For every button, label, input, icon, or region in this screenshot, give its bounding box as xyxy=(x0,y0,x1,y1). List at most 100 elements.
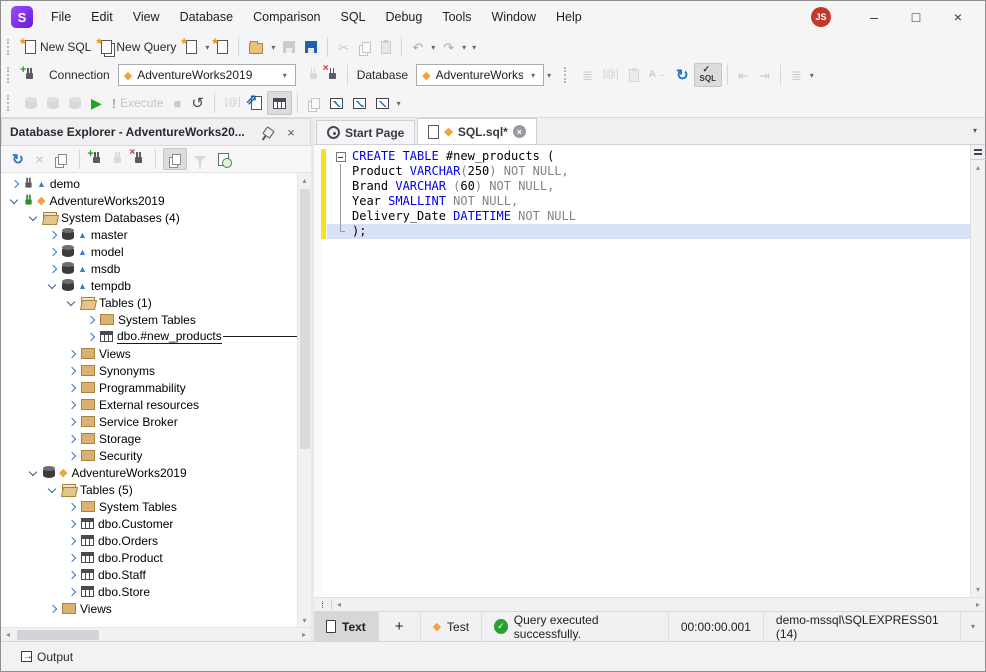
tree-item-model[interactable]: ▲model xyxy=(1,243,297,260)
tab-close-icon[interactable]: × xyxy=(513,125,526,138)
tree-item-views[interactable]: Views xyxy=(1,345,297,362)
menu-item-comparison[interactable]: Comparison xyxy=(243,1,330,33)
open-file-button[interactable] xyxy=(244,35,268,59)
paste-button[interactable] xyxy=(376,35,396,59)
tree-item-external-resources[interactable]: External resources xyxy=(1,396,297,413)
menu-item-file[interactable]: File xyxy=(41,1,81,33)
tree-item-master[interactable]: ▲master xyxy=(1,226,297,243)
export-data-button[interactable]: ⇗ xyxy=(246,91,267,115)
editor-scroll-right-icon[interactable]: ▸ xyxy=(971,600,985,609)
scroll-right-icon[interactable]: ▸ xyxy=(297,630,311,639)
redo-button[interactable]: ↷ xyxy=(438,35,459,59)
new-query-button[interactable]: * New Query xyxy=(96,35,181,59)
editor-scroll-down-icon[interactable]: ▾ xyxy=(976,582,980,597)
tree-item-dbo-staff[interactable]: dbo.Staff xyxy=(1,566,297,583)
code-line-5[interactable]: Delivery_Date DATETIME NOT NULL xyxy=(314,209,970,224)
explorer-windows-button[interactable] xyxy=(50,148,72,170)
scroll-up-icon[interactable]: ▴ xyxy=(298,173,312,187)
tree-item-dbo-customer[interactable]: dbo.Customer xyxy=(1,515,297,532)
explorer-new-connection-button[interactable]: + xyxy=(87,148,106,170)
tree-item-tables-5-[interactable]: Tables (5) xyxy=(1,481,297,498)
chevron-expanded-icon[interactable] xyxy=(47,280,59,292)
db-refresh-button[interactable] xyxy=(42,91,64,115)
menu-item-sql[interactable]: SQL xyxy=(330,1,375,33)
sql-syntax-check-button[interactable]: SQL xyxy=(694,63,722,87)
tree-item-msdb[interactable]: ▲msdb xyxy=(1,260,297,277)
editor-horizontal-scrollbar[interactable]: ⁞ ◂ ▸ xyxy=(314,597,985,611)
chart-button[interactable] xyxy=(325,91,348,115)
code-line-4[interactable]: Year SMALLINT NOT NULL, xyxy=(314,194,970,209)
save-button[interactable] xyxy=(278,35,300,59)
menu-item-window[interactable]: Window xyxy=(482,1,546,33)
pin-button[interactable] xyxy=(258,128,280,137)
explorer-duplicate-objects-button[interactable] xyxy=(163,148,187,170)
menu-item-edit[interactable]: Edit xyxy=(81,1,123,33)
chevron-collapsed-icon[interactable] xyxy=(9,178,21,190)
chevron-collapsed-icon[interactable] xyxy=(66,382,78,394)
chevron-expanded-icon[interactable] xyxy=(28,212,40,224)
text-view-tab[interactable]: Text xyxy=(314,612,379,641)
code-line-3[interactable]: Brand VARCHAR (60) NOT NULL, xyxy=(314,179,970,194)
chevron-collapsed-icon[interactable] xyxy=(66,416,78,428)
tab-list-dropdown[interactable]: ▾ xyxy=(973,126,977,135)
toolbar-grip[interactable] xyxy=(7,95,14,111)
scroll-down-icon[interactable]: ▾ xyxy=(298,613,312,627)
chevron-expanded-icon[interactable] xyxy=(47,484,59,496)
tree-item-system-databases-4-[interactable]: System Databases (4) xyxy=(1,209,297,226)
tree-item-storage[interactable]: Storage xyxy=(1,430,297,447)
editor-vertical-scrollbar[interactable]: ▴ ▾ xyxy=(970,145,985,597)
explorer-refresh-button[interactable]: ↻ xyxy=(7,148,29,170)
menu-item-database[interactable]: Database xyxy=(170,1,244,33)
toolbar-grip[interactable] xyxy=(7,67,14,83)
menu-item-debug[interactable]: Debug xyxy=(376,1,433,33)
connection-tag[interactable]: ◆ Test xyxy=(421,612,482,641)
toolbar-grip[interactable] xyxy=(564,67,571,83)
execute-toolbar-overflow[interactable]: ▾ xyxy=(394,99,404,108)
tree-item-synonyms[interactable]: Synonyms xyxy=(1,362,297,379)
toolbar-grip[interactable] xyxy=(7,39,14,55)
tree-item-tables-1-[interactable]: Tables (1) xyxy=(1,294,297,311)
chevron-collapsed-icon[interactable] xyxy=(66,501,78,513)
cut-button[interactable]: ✂ xyxy=(333,35,354,59)
open-file-dropdown[interactable]: ▾ xyxy=(268,43,278,52)
format-button[interactable]: ≣ xyxy=(786,63,807,87)
chevron-collapsed-icon[interactable] xyxy=(47,263,59,275)
db-sync-button[interactable] xyxy=(20,91,42,115)
word-case-button[interactable]: A→ xyxy=(644,63,671,87)
save-all-button[interactable] xyxy=(300,35,322,59)
menu-item-view[interactable]: View xyxy=(123,1,170,33)
outdent-button[interactable]: ⇤ xyxy=(733,63,754,87)
tree-item-system-tables[interactable]: System Tables xyxy=(1,498,297,515)
close-button[interactable]: × xyxy=(937,3,979,31)
chevron-expanded-icon[interactable] xyxy=(66,297,78,309)
sql-editor[interactable]: CREATE TABLE #new_products (Product VARC… xyxy=(314,145,970,597)
minimize-button[interactable]: – xyxy=(853,3,895,31)
database-toolbar-overflow[interactable]: ▾ xyxy=(544,71,554,80)
chevron-collapsed-icon[interactable] xyxy=(66,586,78,598)
editor-split-handle[interactable] xyxy=(971,145,986,160)
parameters-button[interactable]: [@] xyxy=(598,63,624,87)
pivot-button[interactable] xyxy=(371,91,394,115)
user-badge[interactable]: JS xyxy=(811,7,831,27)
tree-item-dbo-orders[interactable]: dbo.Orders xyxy=(1,532,297,549)
new-sql-button[interactable]: * New SQL xyxy=(20,35,96,59)
chevron-collapsed-icon[interactable] xyxy=(66,450,78,462)
database-select[interactable]: ◆ AdventureWorks20... ▾ xyxy=(416,64,544,86)
chevron-collapsed-icon[interactable] xyxy=(66,348,78,360)
tree-item-dbo-store[interactable]: dbo.Store xyxy=(1,583,297,600)
tree-vertical-scrollbar[interactable]: ▴ ▾ xyxy=(297,173,311,627)
connect-button[interactable] xyxy=(304,63,323,87)
chevron-collapsed-icon[interactable] xyxy=(66,552,78,564)
indent-button[interactable]: ⇥ xyxy=(754,63,775,87)
code-line-1[interactable]: CREATE TABLE #new_products ( xyxy=(314,149,970,164)
scroll-left-icon[interactable]: ◂ xyxy=(1,630,15,639)
tree-item-security[interactable]: Security xyxy=(1,447,297,464)
chevron-expanded-icon[interactable] xyxy=(28,467,40,479)
tree-item-adventureworks2019[interactable]: ◆AdventureWorks2019 xyxy=(1,192,297,209)
stop-button[interactable]: ■ xyxy=(168,91,186,115)
redo-dropdown[interactable]: ▾ xyxy=(459,43,469,52)
statusbar-dropdown[interactable]: ▾ xyxy=(961,612,985,641)
chevron-collapsed-icon[interactable] xyxy=(66,518,78,530)
tab-start-page[interactable]: Start Page xyxy=(316,120,415,144)
import-table-button[interactable] xyxy=(267,91,292,115)
